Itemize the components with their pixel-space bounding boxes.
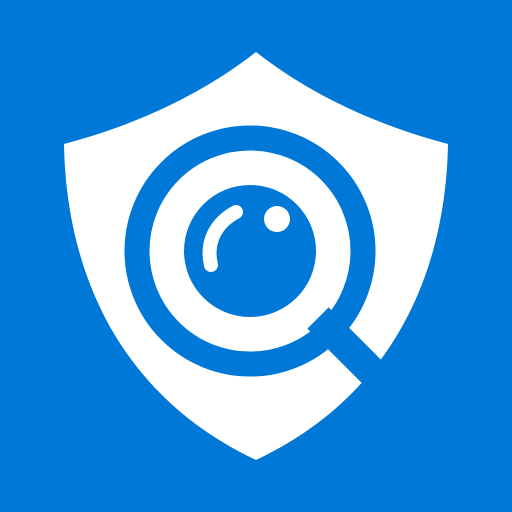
- lens-highlight-dot: [264, 206, 290, 232]
- app-icon: [0, 0, 512, 512]
- shield-search-icon: [0, 0, 512, 512]
